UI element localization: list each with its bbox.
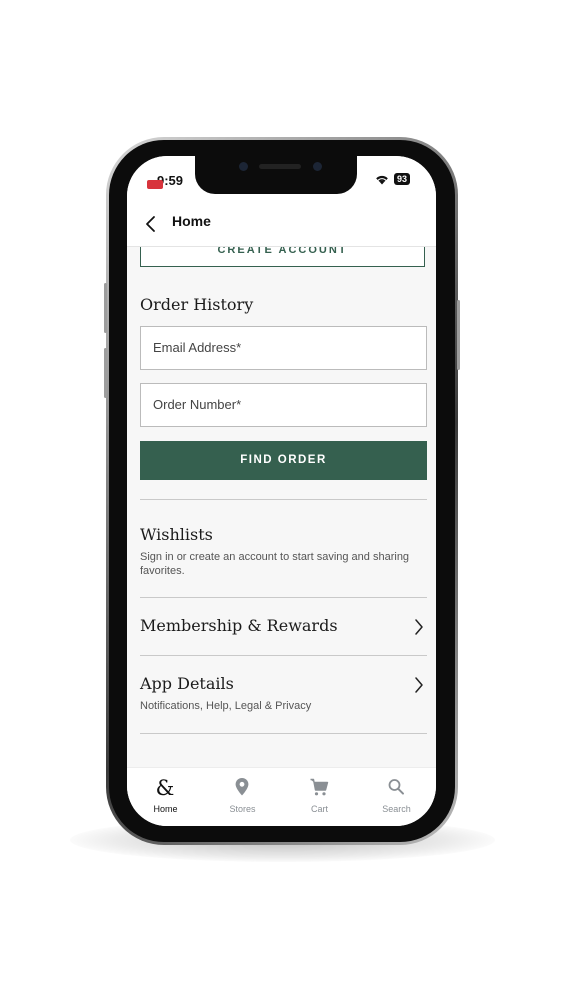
ampersand-icon: & [156,776,175,798]
membership-row[interactable]: Membership & Rewards [127,598,436,655]
search-icon [388,779,404,795]
chevron-right-icon [415,677,423,693]
tab-label: Search [382,804,411,814]
wishlists-description: Sign in or create an account to start sa… [140,551,410,577]
back-chevron-icon[interactable] [143,211,159,237]
power-button [457,300,460,370]
svg-text:&: & [156,776,175,798]
wifi-icon [376,175,388,184]
tab-home[interactable]: & Home [127,768,204,826]
tab-bar: & Home Stores Cart Search [127,767,436,826]
nav-title: Home [172,213,211,229]
earpiece-speaker [259,164,301,169]
create-account-button[interactable]: CREATE ACCOUNT [140,247,425,267]
app-details-subtitle: Notifications, Help, Legal & Privacy [140,700,312,712]
volume-button [104,348,107,398]
divider [140,733,427,734]
tab-search[interactable]: Search [358,768,435,826]
membership-title: Membership & Rewards [140,616,338,635]
front-camera [239,162,248,171]
phone-screen: 9:59 93 Home CREATE ACCOUNT Order Histor… [127,156,436,826]
location-pin-icon [235,778,249,796]
app-details-row[interactable]: App Details Notifications, Help, Legal &… [127,656,436,733]
divider [140,499,427,500]
tab-label: Stores [229,804,256,814]
tab-cart[interactable]: Cart [281,768,358,826]
order-number-field[interactable]: Order Number* [140,383,427,427]
camera-notch [195,156,357,194]
app-indicator-icon [147,180,163,189]
find-order-button[interactable]: FIND ORDER [140,441,427,480]
tab-label: Cart [310,804,328,814]
tab-label: Home [153,804,178,814]
mute-switch [104,283,107,333]
scroll-content: CREATE ACCOUNT Order History Email Addre… [127,247,436,768]
chevron-right-icon [415,619,423,635]
cart-icon [310,778,329,796]
app-details-title: App Details [140,674,234,693]
navigation-bar: Home [127,204,436,247]
face-sensor [313,162,322,171]
email-field[interactable]: Email Address* [140,326,427,370]
order-history-title: Order History [140,295,254,314]
wishlists-title: Wishlists [140,525,213,544]
status-indicators: 93 [375,173,410,185]
battery-level: 93 [393,173,410,185]
tab-stores[interactable]: Stores [204,768,281,826]
